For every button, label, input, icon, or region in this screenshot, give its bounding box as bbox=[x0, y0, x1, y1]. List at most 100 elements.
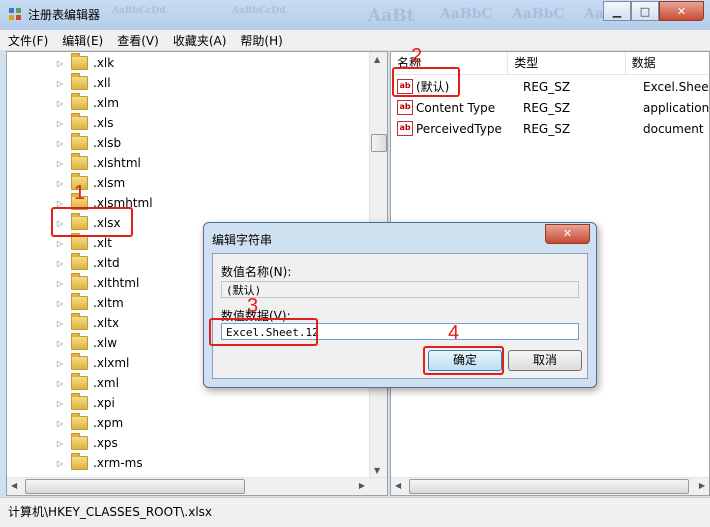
expand-arrow-icon[interactable]: ▷ bbox=[55, 459, 65, 468]
tree-item-label: .xlsm bbox=[93, 176, 126, 190]
tree-item[interactable]: ▷ .xll bbox=[55, 73, 111, 93]
tree-item[interactable]: ▷ .xpi bbox=[55, 393, 115, 413]
string-value-icon: ab bbox=[397, 121, 413, 136]
folder-icon bbox=[71, 93, 88, 110]
menu-file[interactable]: 文件(F) bbox=[0, 32, 54, 49]
folder-icon bbox=[71, 373, 88, 390]
expand-arrow-icon[interactable]: ▷ bbox=[55, 59, 65, 68]
highlight-value-data bbox=[209, 318, 318, 346]
scroll-right-icon[interactable]: ▶ bbox=[359, 481, 365, 490]
expand-arrow-icon[interactable]: ▷ bbox=[55, 339, 65, 348]
tree-item[interactable]: ▷ .xlk bbox=[55, 53, 114, 73]
expand-arrow-icon[interactable]: ▷ bbox=[55, 319, 65, 328]
value-name-label: 数值名称(N): bbox=[221, 265, 292, 279]
cancel-button[interactable]: 取消 bbox=[508, 350, 582, 371]
scroll-up-icon[interactable]: ▲ bbox=[374, 55, 380, 64]
tree-item[interactable]: ▷ .xltm bbox=[55, 293, 124, 313]
menu-view[interactable]: 查看(V) bbox=[109, 32, 165, 49]
folder-icon bbox=[71, 113, 88, 130]
expand-arrow-icon[interactable]: ▷ bbox=[55, 179, 65, 188]
folder-icon bbox=[71, 453, 88, 470]
menu-help[interactable]: 帮助(H) bbox=[232, 32, 288, 49]
dialog-close-button[interactable]: ✕ bbox=[545, 224, 590, 244]
value-data-cell: Excel.Sheet bbox=[643, 79, 710, 94]
expand-arrow-icon[interactable]: ▷ bbox=[55, 419, 65, 428]
expand-arrow-icon[interactable]: ▷ bbox=[55, 379, 65, 388]
folder-icon bbox=[71, 413, 88, 430]
tree-item[interactable]: ▷ .xlsm bbox=[55, 173, 125, 193]
tree-item[interactable]: ▷ .xlsb bbox=[55, 133, 121, 153]
expand-arrow-icon[interactable]: ▷ bbox=[55, 99, 65, 108]
expand-arrow-icon[interactable]: ▷ bbox=[55, 159, 65, 168]
menu-favorites[interactable]: 收藏夹(A) bbox=[165, 32, 233, 49]
dialog-title: 编辑字符串 bbox=[212, 233, 273, 247]
expand-arrow-icon[interactable]: ▷ bbox=[55, 359, 65, 368]
tree-item[interactable]: ▷ .xls bbox=[55, 113, 114, 133]
expand-arrow-icon[interactable]: ▷ bbox=[55, 259, 65, 268]
expand-arrow-icon[interactable]: ▷ bbox=[55, 279, 65, 288]
folder-icon bbox=[71, 393, 88, 410]
scroll-down-icon[interactable]: ▼ bbox=[374, 466, 380, 475]
status-bar: 计算机\HKEY_CLASSES_ROOT\.xlsx bbox=[0, 497, 710, 527]
scroll-left-icon[interactable]: ◀ bbox=[11, 481, 17, 490]
tree-item-label: .xlt bbox=[93, 236, 112, 250]
column-type[interactable]: 类型 bbox=[508, 52, 626, 74]
tree-item[interactable]: ▷ .xpm bbox=[55, 413, 123, 433]
background-ghost-text: AaBbC bbox=[512, 6, 565, 22]
values-horizontal-scrollbar[interactable]: ◀ ▶ bbox=[391, 477, 709, 495]
dialog-body: 数值名称(N): (默认) 数值数据(V): Excel.Sheet.12 确定… bbox=[212, 253, 588, 379]
expand-arrow-icon[interactable]: ▷ bbox=[55, 439, 65, 448]
scroll-left-icon[interactable]: ◀ bbox=[395, 481, 401, 490]
value-type-cell: REG_SZ bbox=[523, 79, 571, 94]
tree-item-label: .xlk bbox=[93, 56, 115, 70]
scroll-right-icon[interactable]: ▶ bbox=[699, 481, 705, 490]
tree-item-label: .xlw bbox=[93, 336, 118, 350]
column-data[interactable]: 数据 bbox=[626, 52, 709, 74]
folder-icon bbox=[71, 333, 88, 350]
tree-item[interactable]: ▷ .xlw bbox=[55, 333, 117, 353]
string-value-icon: ab bbox=[397, 100, 413, 115]
tree-item-label: .xll bbox=[93, 76, 111, 90]
folder-icon bbox=[71, 313, 88, 330]
value-type-cell: REG_SZ bbox=[523, 100, 571, 115]
minimize-button[interactable]: ▁ bbox=[603, 1, 631, 21]
expand-arrow-icon[interactable]: ▷ bbox=[55, 299, 65, 308]
tree-item[interactable]: ▷ .xltd bbox=[55, 253, 120, 273]
background-ghost-text: AaBbCcDd bbox=[232, 6, 286, 16]
tree-item-label: .xltx bbox=[93, 316, 120, 330]
tree-item-label: .xlsb bbox=[93, 136, 122, 150]
values-hscroll-thumb[interactable] bbox=[409, 479, 689, 494]
tree-item[interactable]: ▷ .xlm bbox=[55, 93, 119, 113]
tree-item[interactable]: ▷ .xlshtml bbox=[55, 153, 141, 173]
folder-icon bbox=[71, 153, 88, 170]
value-row[interactable]: ab PerceivedType REG_SZ document bbox=[391, 118, 709, 139]
status-path: 计算机\HKEY_CLASSES_ROOT\.xlsx bbox=[8, 505, 213, 519]
registry-app-icon bbox=[9, 8, 21, 20]
tree-item-label: .xrm-ms bbox=[93, 456, 143, 470]
expand-arrow-icon[interactable]: ▷ bbox=[55, 239, 65, 248]
tree-scroll-thumb[interactable] bbox=[371, 134, 387, 152]
folder-icon bbox=[71, 133, 88, 150]
tree-item[interactable]: ▷ .xps bbox=[55, 433, 118, 453]
tree-horizontal-scrollbar[interactable]: ◀ ▶ bbox=[7, 477, 387, 495]
menu-edit[interactable]: 编辑(E) bbox=[54, 32, 109, 49]
maximize-button[interactable]: □ bbox=[631, 1, 659, 21]
value-data-cell: document bbox=[643, 121, 704, 136]
expand-arrow-icon[interactable]: ▷ bbox=[55, 119, 65, 128]
tree-item[interactable]: ▷ .xltx bbox=[55, 313, 119, 333]
expand-arrow-icon[interactable]: ▷ bbox=[55, 79, 65, 88]
expand-arrow-icon[interactable]: ▷ bbox=[55, 139, 65, 148]
highlight-default-value bbox=[392, 67, 460, 97]
folder-icon bbox=[71, 73, 88, 90]
close-button[interactable]: ✕ bbox=[659, 1, 704, 21]
tree-item[interactable]: ▷ .xrm-ms bbox=[55, 453, 143, 473]
close-icon: ✕ bbox=[676, 4, 687, 18]
tree-item[interactable]: ▷ .xlxml bbox=[55, 353, 129, 373]
tree-hscroll-thumb[interactable] bbox=[25, 479, 245, 494]
tree-item[interactable]: ▷ .xlthtml bbox=[55, 273, 139, 293]
tree-item-label: .xltd bbox=[93, 256, 120, 270]
tree-item[interactable]: ▷ .xml bbox=[55, 373, 119, 393]
minimize-icon: ▁ bbox=[612, 4, 622, 18]
expand-arrow-icon[interactable]: ▷ bbox=[55, 399, 65, 408]
value-row[interactable]: ab Content Type REG_SZ application bbox=[391, 97, 709, 118]
